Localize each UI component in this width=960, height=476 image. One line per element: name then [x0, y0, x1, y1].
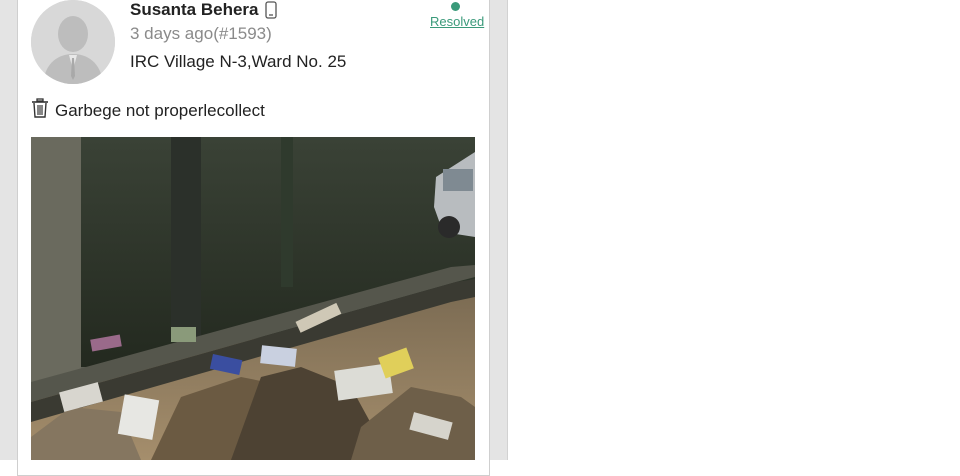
user-avatar[interactable] — [31, 0, 115, 84]
default-user-silhouette-icon — [31, 0, 115, 84]
time-ago: 3 days ago — [130, 24, 214, 43]
author-name[interactable]: Susanta Behera — [130, 0, 259, 20]
complaint-meta: 3 days ago(#1593) — [130, 24, 272, 44]
author-name-row: Susanta Behera — [130, 0, 281, 20]
complaint-id: (#1593) — [213, 24, 272, 43]
mobile-phone-icon — [264, 1, 281, 19]
complaint-description: Garbege not properlecollect — [55, 100, 265, 120]
complaint-photo-image — [31, 137, 475, 460]
status-resolved-link[interactable]: Resolved — [430, 14, 484, 29]
complaint-location: IRC Village N-3,Ward No. 25 — [130, 52, 347, 71]
status-dot — [451, 2, 460, 11]
trash-bin-icon — [31, 98, 49, 123]
complaint-category: Garbege not properlecollect — [31, 98, 265, 123]
garbage-dump-photo[interactable] — [31, 137, 475, 460]
